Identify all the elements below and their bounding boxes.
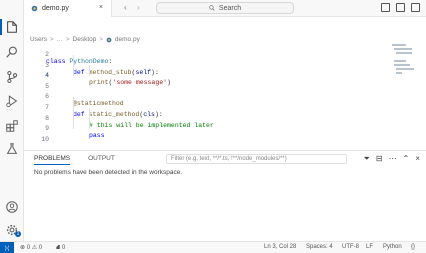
feedback-icon[interactable]: {} bbox=[411, 244, 415, 250]
extensions-icon[interactable] bbox=[3, 117, 21, 135]
search-icon[interactable] bbox=[3, 43, 21, 61]
cursor-position[interactable]: Ln 3, Col 28 bbox=[264, 244, 296, 250]
tab-output[interactable]: OUTPUT bbox=[88, 155, 115, 165]
indent-guide bbox=[89, 65, 90, 76]
panel-tabs: PROBLEMS OUTPUT bbox=[34, 155, 115, 165]
code-line: 8 # this will be implemented later bbox=[24, 108, 384, 129]
breadcrumb: Users > … > Desktop > demo.py bbox=[30, 36, 140, 43]
problems-message: No problems have been detected in the wo… bbox=[34, 169, 183, 176]
language-mode[interactable]: Python bbox=[383, 244, 402, 250]
ports-status[interactable]: ⛘ 0 bbox=[56, 244, 65, 252]
problems-status[interactable]: ⊗ 0 ⚠ 0 bbox=[20, 244, 42, 251]
code-line: 3 def method_stub(self): bbox=[24, 55, 384, 76]
source-control-icon[interactable] bbox=[3, 68, 21, 86]
account-icon[interactable] bbox=[3, 198, 21, 216]
python-file-icon bbox=[31, 5, 38, 12]
tab-label: demo.py bbox=[42, 5, 69, 12]
toggle-panel-icon[interactable] bbox=[396, 3, 405, 12]
breadcrumb-item-users[interactable]: Users bbox=[30, 36, 47, 43]
tab-problems[interactable]: PROBLEMS bbox=[34, 155, 70, 165]
breadcrumb-separator: > bbox=[66, 36, 70, 43]
filter-icon[interactable]: ⏷ bbox=[364, 154, 370, 164]
remote-indicator-icon[interactable]: ⟩⟨ bbox=[0, 242, 14, 253]
tab-demo-py[interactable]: demo.py × bbox=[24, 0, 112, 17]
maximize-panel-icon[interactable]: ⌃ bbox=[403, 154, 410, 164]
toggle-sidebar-icon[interactable] bbox=[381, 3, 390, 12]
more-actions-icon[interactable]: ⋯ bbox=[389, 154, 397, 164]
run-debug-icon[interactable] bbox=[3, 92, 21, 110]
code-line-current: 4 print('some message') bbox=[24, 65, 384, 86]
panel-actions: ⏷ ⊟ ⋯ ⌃ × bbox=[364, 154, 420, 164]
bottom-panel: PROBLEMS OUTPUT Filter (e.g. text, **/*.… bbox=[24, 150, 426, 241]
search-label: Search bbox=[218, 4, 242, 12]
python-file-icon bbox=[106, 37, 112, 42]
explorer-icon[interactable] bbox=[0, 18, 21, 36]
eol-status[interactable]: LF bbox=[366, 244, 373, 250]
code-line: 9 pass bbox=[24, 118, 384, 139]
breadcrumb-ellipsis: … bbox=[56, 36, 64, 43]
indent-guide bbox=[73, 54, 74, 76]
code-line: 7 def static_method(cls): bbox=[24, 97, 384, 118]
breadcrumb-item-desktop[interactable]: Desktop bbox=[73, 36, 97, 43]
vscode-window: 1 demo.py × ‹ › Search Users > … > Deskt… bbox=[0, 0, 426, 253]
tab-bar: demo.py × ‹ › Search bbox=[24, 0, 426, 17]
close-icon[interactable]: × bbox=[99, 4, 103, 11]
line-number: 10 bbox=[41, 135, 49, 143]
toggle-secondary-sidebar-icon[interactable] bbox=[411, 3, 420, 12]
back-arrow-icon[interactable]: ‹ bbox=[124, 3, 127, 12]
code-editor[interactable]: 2 class PythonDemo: 3 def method_stub(se… bbox=[24, 44, 426, 146]
notification-badge: 1 bbox=[15, 231, 21, 237]
indent-guide bbox=[89, 107, 90, 129]
manage-gear-icon[interactable]: 1 bbox=[3, 221, 21, 239]
forward-arrow-icon[interactable]: › bbox=[137, 3, 140, 12]
problems-filter-input[interactable]: Filter (e.g. text, **/*.ts, !**/node_mod… bbox=[166, 154, 347, 164]
encoding-status[interactable]: UTF-8 bbox=[342, 244, 359, 250]
indentation-status[interactable]: Spaces: 4 bbox=[306, 244, 333, 250]
search-icon bbox=[209, 5, 215, 11]
code-line: 10 bbox=[24, 129, 384, 143]
code-line: 2 class PythonDemo: bbox=[24, 44, 384, 65]
breadcrumb-item-file[interactable]: demo.py bbox=[115, 36, 140, 43]
code-line: 5 bbox=[24, 76, 384, 90]
collapse-all-icon[interactable]: ⊟ bbox=[376, 154, 383, 164]
breadcrumb-separator: > bbox=[49, 36, 54, 43]
breadcrumb-separator: > bbox=[99, 36, 103, 43]
indent-guide bbox=[73, 97, 74, 129]
code-line: 6 @staticmethod bbox=[24, 86, 384, 107]
close-panel-icon[interactable]: × bbox=[415, 154, 420, 164]
layout-controls bbox=[381, 3, 420, 12]
command-center-search[interactable]: Search bbox=[156, 2, 294, 14]
minimap[interactable] bbox=[392, 44, 416, 104]
status-bar: ⟩⟨ ⊗ 0 ⚠ 0 ⛘ 0 Ln 3, Col 28 Spaces: 4 UT… bbox=[0, 241, 426, 253]
activity-bar: 1 bbox=[0, 0, 24, 241]
flask-icon[interactable] bbox=[3, 140, 21, 158]
